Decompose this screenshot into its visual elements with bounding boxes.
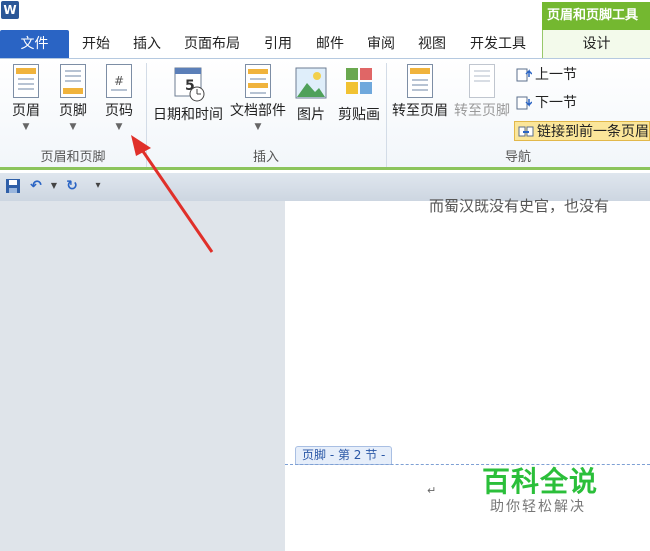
- group-label-insert: 插入: [252, 150, 279, 165]
- undo-dropdown-icon[interactable]: ▼: [46, 178, 62, 194]
- goto-footer-button[interactable]: 转至页脚: [452, 61, 512, 147]
- title-bar: W 页眉和页脚工具: [0, 0, 650, 30]
- header-footer-tools-title: 页眉和页脚工具: [542, 2, 650, 30]
- quick-parts-button-label: 文档部件: [230, 103, 286, 119]
- save-icon[interactable]: [5, 178, 21, 194]
- header-button-label: 页眉: [12, 103, 40, 119]
- tab-insert[interactable]: 插入: [133, 30, 161, 58]
- tab-view[interactable]: 视图: [418, 30, 446, 58]
- previous-section-icon: [516, 68, 532, 82]
- dropdown-arrow-icon: ▼: [22, 122, 30, 132]
- page-number-button-label: 页码: [105, 103, 133, 119]
- link-to-previous-label: 链接到前一条页眉: [537, 124, 649, 140]
- undo-icon[interactable]: ↶: [28, 178, 44, 194]
- picture-button[interactable]: 图片: [292, 61, 330, 147]
- next-section-icon: [516, 96, 532, 110]
- link-icon: [518, 126, 534, 137]
- dropdown-arrow-icon: ▼: [115, 122, 123, 132]
- next-section-button[interactable]: 下一节: [516, 93, 577, 113]
- tab-home[interactable]: 开始: [82, 30, 110, 58]
- footer-section-label: 页脚 - 第 2 节 -: [295, 446, 393, 465]
- footer-icon: [60, 64, 86, 98]
- goto-footer-button-label: 转至页脚: [454, 103, 510, 119]
- goto-footer-icon: [469, 64, 495, 98]
- goto-header-icon: [407, 64, 433, 98]
- word-logo-icon: W: [1, 1, 19, 19]
- watermark-logo-text: 百科全说: [482, 465, 599, 498]
- document-body-text: 而蜀汉既没有史官，也没有: [429, 197, 610, 215]
- watermark-slogan: 助你轻松解决: [490, 499, 586, 515]
- picture-button-label: 图片: [297, 107, 325, 123]
- tab-file[interactable]: 文件: [0, 30, 69, 58]
- dropdown-arrow-icon: ▼: [254, 122, 262, 132]
- clip-art-button-label: 剪贴画: [338, 107, 380, 123]
- goto-header-button[interactable]: 转至页眉: [390, 61, 450, 147]
- footer-button[interactable]: 页脚 ▼: [53, 61, 93, 147]
- group-label-navigation: 导航: [504, 150, 531, 165]
- page-number-icon: #: [106, 64, 132, 98]
- goto-header-button-label: 转至页眉: [392, 103, 448, 119]
- redo-icon[interactable]: ↻: [64, 178, 80, 194]
- date-time-button[interactable]: 5 日期和时间: [150, 61, 226, 147]
- ribbon-tabs: 文件 开始 插入 页面布局 引用 邮件 审阅 视图 开发工具 设计: [0, 30, 650, 58]
- next-section-label: 下一节: [535, 95, 577, 111]
- date-time-button-label: 日期和时间: [153, 107, 223, 123]
- page-number-button[interactable]: # 页码 ▼: [99, 61, 139, 147]
- group-label-header-footer: 页眉和页脚: [40, 150, 106, 165]
- previous-section-button[interactable]: 上一节: [516, 65, 577, 85]
- tab-review[interactable]: 审阅: [367, 30, 395, 58]
- header-icon: [13, 64, 39, 98]
- clip-art-icon: [346, 68, 372, 94]
- tab-references[interactable]: 引用: [264, 30, 292, 58]
- ribbon-panel: 页眉 ▼ 页脚 ▼ # 页码 ▼ 页眉和页脚 5 日期和时间 文档部件 ▼ 图片…: [0, 58, 650, 170]
- tab-mailings[interactable]: 邮件: [316, 30, 344, 58]
- quick-parts-icon: [245, 64, 271, 98]
- tab-developer[interactable]: 开发工具: [470, 30, 526, 58]
- footer-button-label: 页脚: [59, 103, 87, 119]
- clip-art-button[interactable]: 剪贴画: [334, 61, 384, 147]
- link-to-previous-button[interactable]: 链接到前一条页眉: [514, 121, 650, 141]
- tab-design[interactable]: 设计: [542, 30, 650, 58]
- tab-page-layout[interactable]: 页面布局: [184, 30, 240, 58]
- dropdown-arrow-icon: ▼: [69, 122, 77, 132]
- calendar-clock-icon: 5: [174, 67, 205, 102]
- picture-icon: [295, 67, 327, 99]
- quick-parts-button[interactable]: 文档部件 ▼: [228, 61, 288, 147]
- paragraph-mark-icon: ↵: [427, 484, 437, 497]
- previous-section-label: 上一节: [535, 67, 577, 83]
- customize-toolbar-icon[interactable]: ▾: [90, 178, 106, 194]
- header-button[interactable]: 页眉 ▼: [6, 61, 46, 147]
